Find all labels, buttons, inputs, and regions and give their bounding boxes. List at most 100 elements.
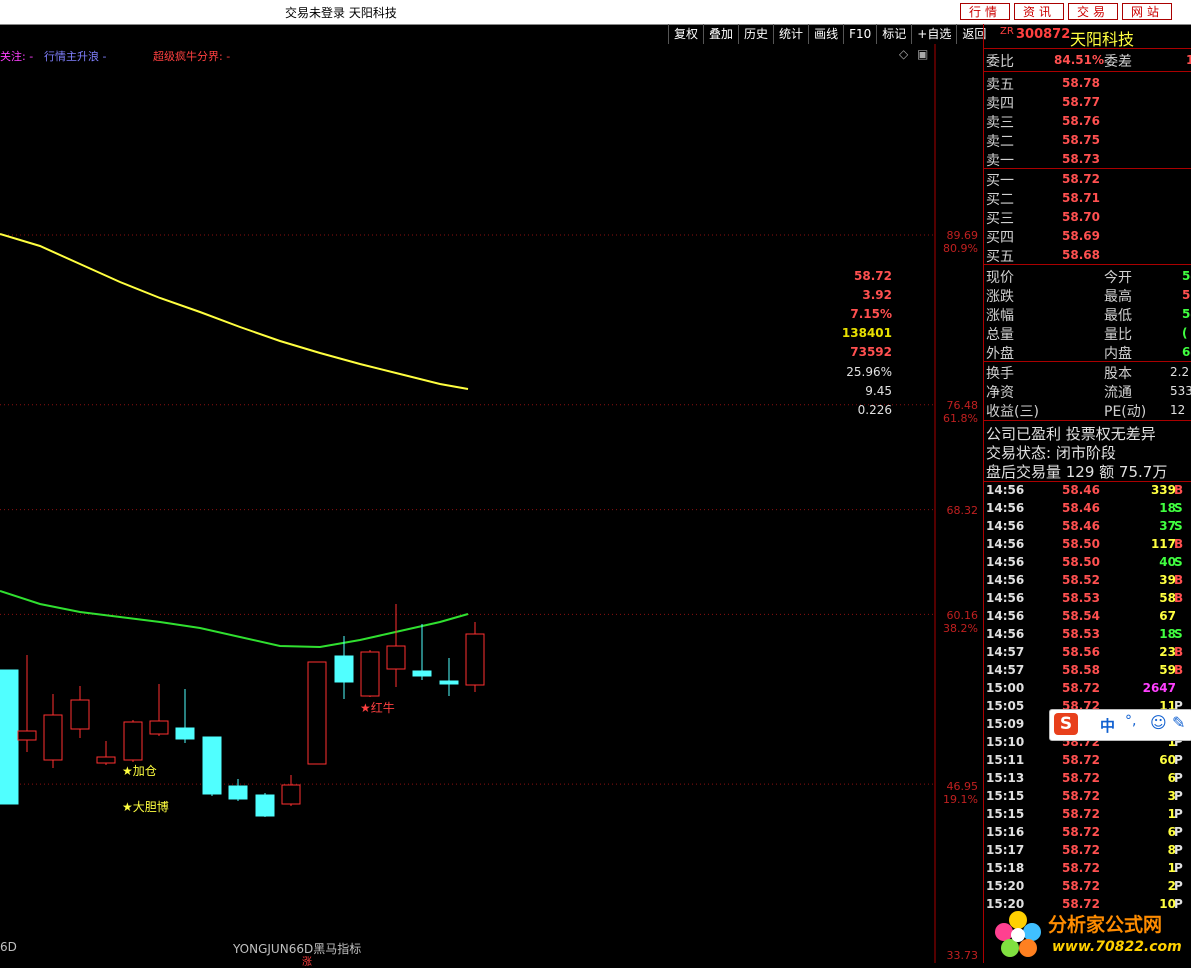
emoji-icon[interactable]: ☺: [1150, 713, 1167, 732]
limit-up-label: 涨: [302, 957, 312, 968]
ma-line-yellow: [0, 233, 469, 390]
candle: [465, 622, 485, 692]
trade-row: 15:11 58.72 60 P: [986, 753, 1183, 767]
trade-row: 15:15 58.72 1 P: [986, 807, 1183, 821]
trade-row: 14:56 58.46 18 S: [986, 501, 1183, 515]
red-bull-marker: ★红牛: [360, 701, 395, 715]
candle: [202, 736, 222, 796]
price-label: 89.69 80.9%: [943, 229, 978, 255]
trade-row: 15:20 58.72 2 P: [986, 879, 1183, 893]
website-button[interactable]: 网站: [1122, 3, 1172, 20]
bottom-left-label: 6D: [0, 940, 17, 954]
chart-toolbar: 复权 叠加 历史 统计 画线 F10 标记 +自选 返回: [668, 24, 991, 44]
candle: [228, 779, 248, 801]
trade-row: 14:56 58.46 37 S: [986, 519, 1183, 533]
candle: [175, 689, 195, 743]
watermark-url: www.70822.com: [1052, 939, 1182, 955]
trade-row: 14:56 58.52 39 B: [986, 573, 1184, 587]
watermark-title: 分析家公式网: [1048, 914, 1163, 936]
candle: [149, 684, 169, 736]
candle: [386, 604, 406, 687]
zr-badge: ZR: [1000, 26, 1014, 37]
trade-row: 15:00 58.72 2647: [986, 681, 1176, 695]
bid-price: 58.71: [1062, 191, 1100, 205]
bid-price: 58.72: [1062, 172, 1100, 186]
indicator-main-wave: 行情主升浪 -: [44, 50, 107, 63]
bid-label: 买一: [986, 173, 1014, 189]
flower-logo-icon: [995, 911, 1041, 957]
trade-row: 14:56 58.50 40 S: [986, 555, 1183, 569]
trade-row: 14:56 58.46 339 B: [986, 483, 1184, 497]
sogou-logo-icon[interactable]: S: [1054, 713, 1078, 735]
window-title: 交易未登录 天阳科技: [285, 6, 397, 20]
add-favorite-button[interactable]: +自选: [911, 24, 956, 44]
candle: [281, 775, 301, 806]
bid-price: 58.68: [1062, 248, 1100, 262]
price-label: 76.48 61.8%: [943, 399, 978, 425]
bid-price: 58.69: [1062, 229, 1100, 243]
diamond-icon[interactable]: ◇: [899, 47, 908, 61]
trade-row: 14:57 58.58 59 B: [986, 663, 1184, 677]
overlay-button[interactable]: 叠加: [703, 24, 738, 44]
candle: [70, 686, 90, 738]
ime-toolbar[interactable]: S 中 °, ☺ ✎: [1049, 709, 1191, 741]
bid-price: 58.70: [1062, 210, 1100, 224]
price-label: 68.32: [946, 504, 979, 517]
ask-price: 58.73: [1062, 152, 1100, 166]
quote-panel: ZR 300872 天阳科技 委比 84.51% 委差 1 卖五 58.78 卖四 5…: [842, 24, 1191, 963]
news-button[interactable]: 资讯: [1014, 3, 1064, 20]
candle: [255, 793, 275, 817]
window-toggle-icon[interactable]: ▣: [917, 47, 928, 61]
trade-row: 15:13 58.72 6 P: [986, 771, 1183, 785]
trade-button[interactable]: 交易: [1068, 3, 1118, 20]
stock-name: 天阳科技: [1070, 30, 1135, 49]
quote-button[interactable]: 行情: [960, 3, 1010, 20]
f10-button[interactable]: F10: [843, 24, 876, 44]
indicator-focus: 关注: -: [0, 50, 34, 63]
bold-bet-marker: ★大胆博: [122, 800, 169, 814]
trade-row: 14:56 58.54 67: [986, 609, 1176, 623]
bid-label: 买四: [986, 230, 1014, 246]
trade-status: 交易状态: 闭市阶段: [986, 444, 1116, 462]
ime-mode-label[interactable]: 中: [1100, 715, 1115, 736]
stock-code: 300872: [1016, 27, 1071, 42]
indicator-name-label: YONGJUN66D黑马指标: [233, 942, 362, 956]
trade-row: 14:56 58.53 18 S: [986, 627, 1183, 641]
draw-line-button[interactable]: 画线: [808, 24, 843, 44]
candle: [360, 650, 380, 697]
mark-button[interactable]: 标记: [876, 24, 911, 44]
candle: [43, 694, 63, 768]
trade-row: 14:56 58.53 58 B: [986, 591, 1184, 605]
restore-rights-button[interactable]: 复权: [668, 24, 703, 44]
candle: [307, 661, 327, 765]
history-button[interactable]: 历史: [738, 24, 773, 44]
ma-line-green: [0, 590, 469, 649]
title-bar: 交易未登录 天阳科技 行情 资讯 交易 网站: [0, 0, 1191, 25]
punctuation-icon[interactable]: °,: [1125, 713, 1136, 729]
indicator-bull-boundary: 超级疯牛分界: -: [153, 50, 231, 63]
bid-label: 买五: [986, 249, 1014, 265]
pen-icon[interactable]: ✎: [1172, 713, 1185, 732]
candle: [17, 655, 37, 752]
trade-row: 15:16 58.72 6 P: [986, 825, 1183, 839]
bid-label: 买三: [986, 211, 1014, 227]
candlestick-chart[interactable]: [0, 44, 983, 963]
ask-price: 58.76: [1062, 114, 1100, 128]
bid-label: 买二: [986, 192, 1014, 208]
ask-price: 58.77: [1062, 95, 1100, 109]
ask-label: 卖二: [986, 134, 1014, 150]
trade-row: 15:18 58.72 1 P: [986, 861, 1183, 875]
price-label: 33.73: [946, 949, 979, 962]
trade-row: 15:17 58.72 8 P: [986, 843, 1183, 857]
ask-label: 卖四: [986, 96, 1014, 112]
ask-price: 58.78: [1062, 76, 1100, 90]
trade-row: 14:56 58.50 117 B: [986, 537, 1184, 551]
statistics-button[interactable]: 统计: [773, 24, 808, 44]
ask-label: 卖五: [986, 77, 1014, 93]
price-label: 46.95 19.1%: [943, 780, 978, 806]
ask-label: 卖一: [986, 153, 1014, 169]
add-position-marker: ★加仓: [122, 764, 157, 778]
trade-row: 15:15 58.72 3 P: [986, 789, 1183, 803]
candle: [439, 658, 459, 696]
price-label: 60.16 38.2%: [943, 609, 978, 635]
